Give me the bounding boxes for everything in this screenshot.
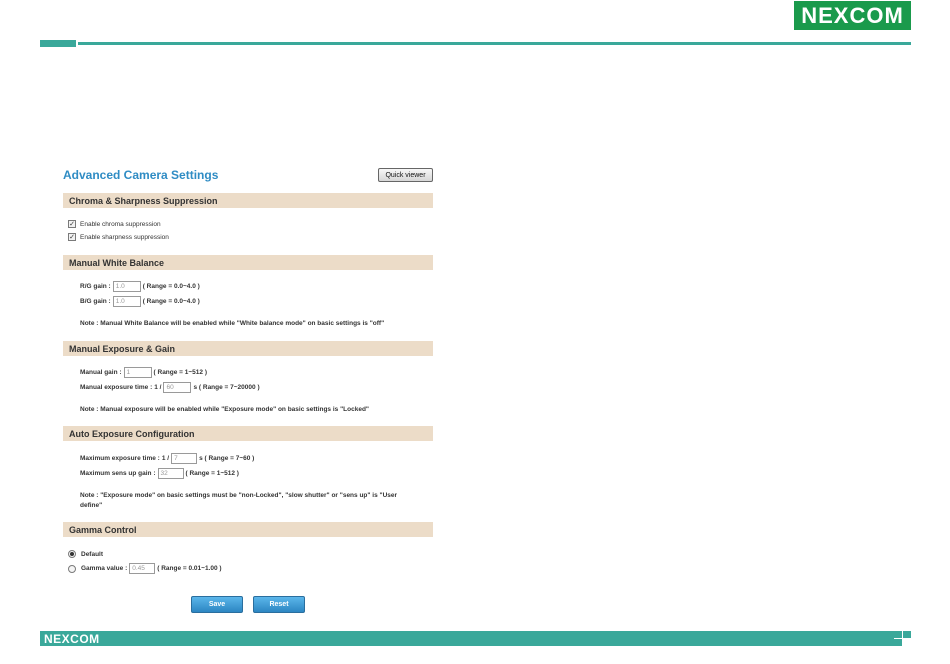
- quick-viewer-button[interactable]: Quick viewer: [378, 168, 433, 182]
- section-header-gamma: Gamma Control: [63, 522, 433, 537]
- gamma-value-input[interactable]: 0.45: [129, 563, 156, 574]
- footer-brand: NEXCOM: [44, 632, 100, 646]
- brand-text: NEXCOM: [801, 2, 904, 28]
- page-marker-icon: [894, 631, 911, 646]
- manual-exposure-label: Manual exposure time :: [80, 384, 153, 391]
- auto-exposure-note: Note : "Exposure mode" on basic settings…: [80, 491, 397, 511]
- rg-gain-row: R/G gain : 1.0 ( Range = 0.0~4.0 ): [80, 281, 200, 292]
- gamma-default-label: Default: [81, 550, 104, 558]
- manual-exposure-row: Manual exposure time : 1 / 60 s ( Range …: [80, 382, 260, 393]
- max-exposure-row: Maximum exposure time : 1 / 7 s ( Range …: [80, 453, 254, 464]
- section-header-white-balance: Manual White Balance: [63, 255, 433, 270]
- max-exposure-label: Maximum exposure time :: [80, 455, 160, 462]
- bg-gain-row: B/G gain : 1.0 ( Range = 0.0~4.0 ): [80, 296, 200, 307]
- chroma-label: Enable chroma suppression: [80, 220, 161, 228]
- header-divider: [78, 42, 911, 45]
- gamma-value-range: ( Range = 0.01~1.00 ): [157, 565, 222, 572]
- gamma-default-radio[interactable]: [68, 550, 76, 558]
- manual-gain-range: ( Range = 1~512 ): [153, 369, 208, 376]
- gamma-value-label: Gamma value :: [81, 565, 128, 572]
- section-header-exposure: Manual Exposure & Gain: [63, 341, 433, 356]
- bg-gain-input[interactable]: 1.0: [112, 296, 141, 307]
- rg-gain-input[interactable]: 1.0: [112, 281, 141, 292]
- chroma-checkbox[interactable]: ✓: [68, 220, 76, 228]
- max-sens-label: Maximum sens up gain :: [80, 470, 156, 477]
- manual-exposure-range: s ( Range = 7~20000 ): [193, 384, 260, 391]
- max-sens-input[interactable]: 32: [157, 468, 184, 479]
- exposure-note: Note : Manual exposure will be enabled w…: [80, 406, 370, 413]
- max-exposure-prefix: 1 /: [161, 455, 170, 462]
- page-title: Advanced Camera Settings: [63, 168, 219, 182]
- max-sens-row: Maximum sens up gain : 32 ( Range = 1~51…: [80, 468, 239, 479]
- manual-exposure-input[interactable]: 60: [163, 382, 192, 393]
- max-exposure-input[interactable]: 7: [171, 453, 198, 464]
- manual-gain-label: Manual gain :: [80, 369, 122, 376]
- max-sens-range: ( Range = 1~512 ): [185, 470, 239, 477]
- max-exposure-range: s ( Range = 7~60 ): [199, 455, 255, 462]
- reset-button[interactable]: Reset: [253, 596, 305, 613]
- nexcom-logo: NEXCOM: [794, 1, 911, 30]
- sharpness-label: Enable sharpness suppression: [80, 233, 169, 241]
- rg-gain-range: ( Range = 0.0~4.0 ): [142, 283, 200, 290]
- white-balance-note: Note : Manual White Balance will be enab…: [80, 320, 385, 327]
- header-accent-block: [40, 40, 76, 47]
- gamma-value-radio[interactable]: [68, 564, 76, 573]
- section-header-chroma: Chroma & Sharpness Suppression: [63, 193, 433, 208]
- bg-gain-label: B/G gain :: [80, 298, 111, 305]
- sharpness-row: ✓ Enable sharpness suppression: [68, 233, 169, 241]
- auto-exposure-note-line2: define": [80, 502, 103, 509]
- gamma-value-row: Gamma value : 0.45 ( Range = 0.01~1.00 ): [68, 563, 222, 574]
- footer-bar: [40, 631, 911, 646]
- manual-gain-input[interactable]: 1: [123, 367, 152, 378]
- gamma-default-row: Default: [68, 550, 103, 558]
- chroma-row: ✓ Enable chroma suppression: [68, 220, 161, 228]
- save-button[interactable]: Save: [191, 596, 243, 613]
- sharpness-checkbox[interactable]: ✓: [68, 233, 76, 241]
- auto-exposure-note-line1: Note : "Exposure mode" on basic settings…: [80, 492, 398, 499]
- rg-gain-label: R/G gain :: [80, 283, 111, 290]
- manual-gain-row: Manual gain : 1 ( Range = 1~512 ): [80, 367, 207, 378]
- section-header-auto-exposure: Auto Exposure Configuration: [63, 426, 433, 441]
- manual-exposure-prefix: 1 /: [154, 384, 162, 391]
- bg-gain-range: ( Range = 0.0~4.0 ): [142, 298, 200, 305]
